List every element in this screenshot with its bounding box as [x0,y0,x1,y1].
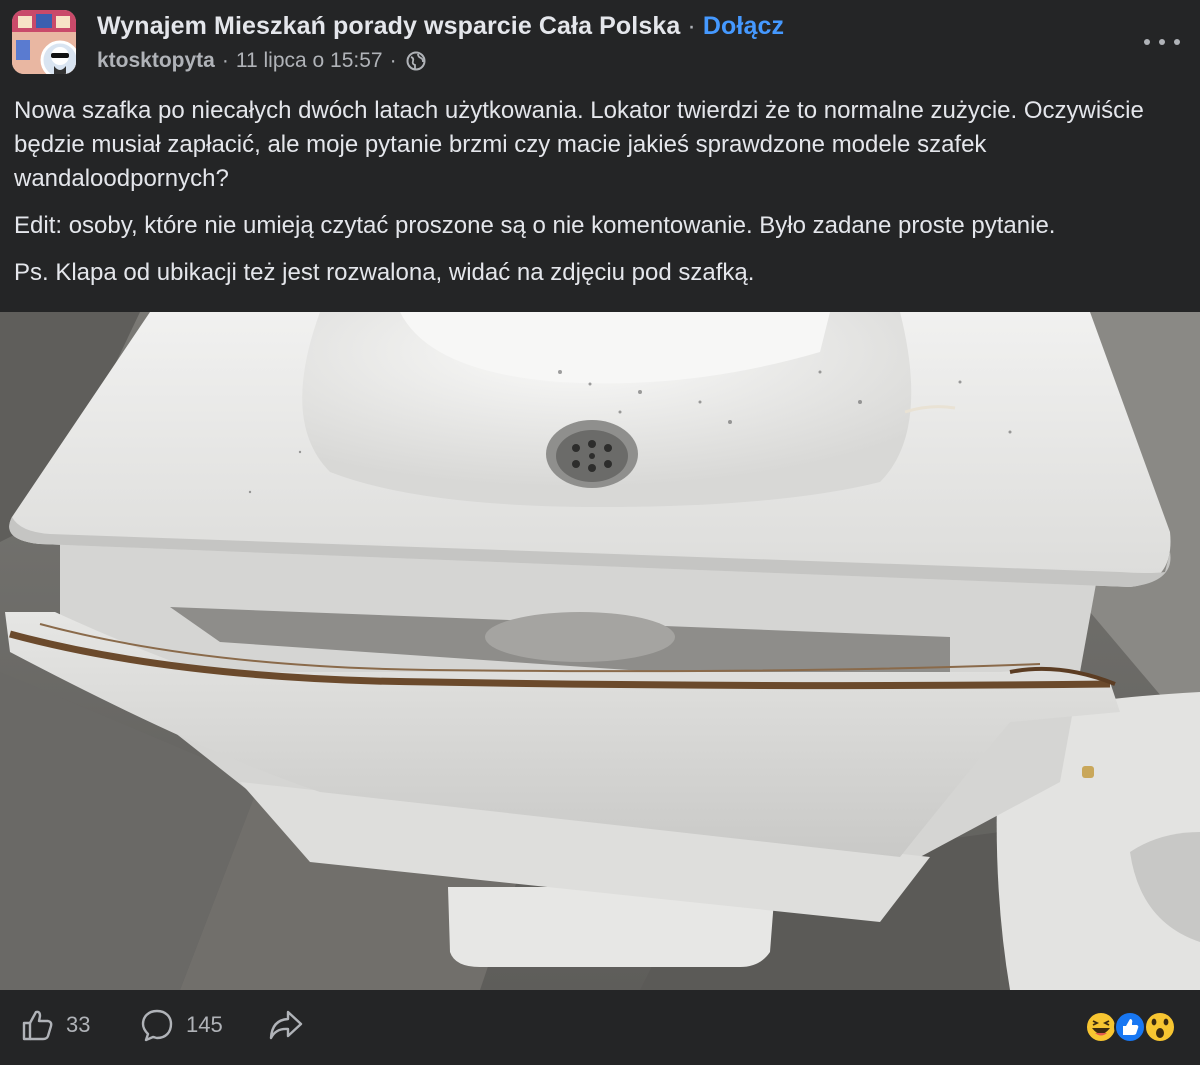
comment-button[interactable]: 145 [140,1008,223,1042]
group-title-line: Wynajem Mieszkań porady wsparcie Cała Po… [97,12,784,41]
meta-separator: · [389,49,397,72]
comment-icon [140,1008,174,1042]
haha-reaction-icon [1085,1011,1117,1043]
post-paragraph: Nowa szafka po niecałych dwóch latach uż… [14,97,1144,192]
post-date[interactable]: 11 lipca o 15:57 [236,49,383,73]
post-header: Wynajem Mieszkań porady wsparcie Cała Po… [0,0,1200,90]
share-button[interactable] [268,1008,304,1042]
like-button[interactable]: 33 [20,1008,90,1042]
like-reaction-icon [1114,1011,1146,1043]
group-avatar[interactable] [12,10,76,74]
more-options-icon[interactable] [1144,30,1180,54]
globe-icon [406,51,426,71]
wow-reaction-icon [1144,1011,1176,1043]
post-meta: ktosktopyta · 11 lipca o 15:57 · [97,49,426,73]
thumbs-up-icon [20,1008,54,1042]
share-icon [268,1008,304,1042]
title-separator: · [687,12,696,40]
meta-separator: · [221,49,229,72]
post-photo[interactable] [0,312,1200,990]
author-name[interactable]: ktosktopyta [97,49,215,73]
group-name-link[interactable]: Wynajem Mieszkań porady wsparcie Cała Po… [97,12,680,40]
post-paragraph: Edit: osoby, które nie umieją czytać pro… [14,212,1056,239]
post-body: Nowa szafka po niecałych dwóch latach uż… [14,94,1190,303]
comment-count: 145 [186,1012,223,1037]
like-count: 33 [66,1012,91,1037]
join-group-link[interactable]: Dołącz [703,12,784,40]
post-footer: 33 145 [0,990,1200,1065]
post-paragraph: Ps. Klapa od ubikacji też jest rozwalona… [14,259,755,286]
reactions-summary[interactable] [1084,1010,1178,1044]
